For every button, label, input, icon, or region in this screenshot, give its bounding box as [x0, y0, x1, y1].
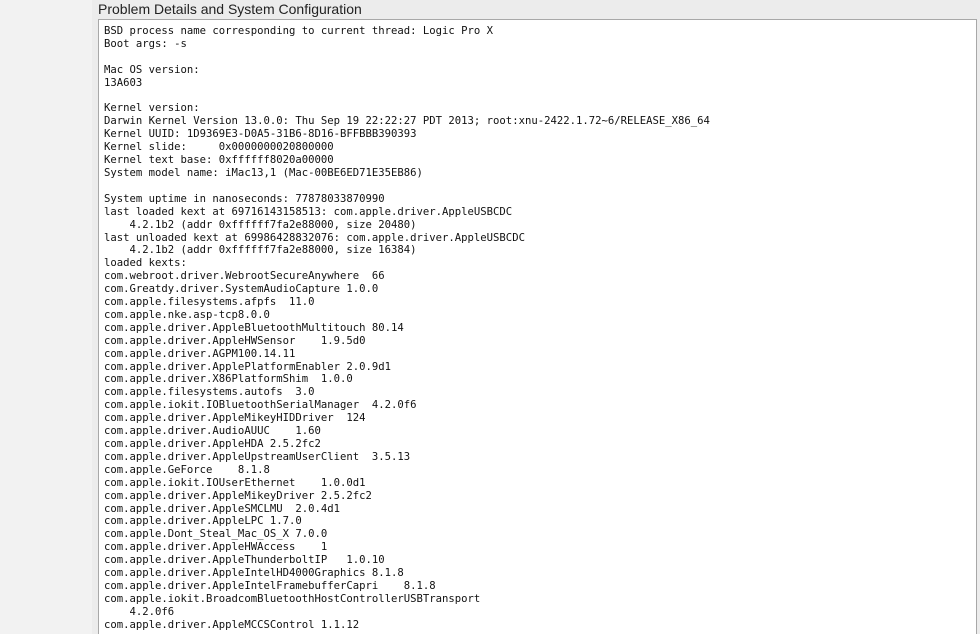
report-line: com.Greatdy.driver.SystemAudioCapture 1.…	[104, 283, 379, 296]
report-line: com.apple.iokit.IOUserEthernet 1.0.0d1	[104, 476, 366, 489]
report-line: com.apple.iokit.BroadcomBluetoothHostCon…	[104, 592, 481, 605]
report-line: Kernel text base: 0xffffff8020a00000	[104, 154, 334, 167]
report-line: com.apple.driver.AppleMCCSControl 1.1.12	[104, 618, 360, 631]
report-line: Kernel UUID: 1D9369E3-D0A5-31B6-8D16-BFF…	[104, 128, 417, 141]
report-line: com.apple.driver.AppleIntelHD4000Graphic…	[104, 567, 404, 580]
report-line: Kernel slide: 0x0000000020800000	[104, 141, 334, 154]
report-line: com.apple.driver.ApplePlatformEnabler 2.…	[104, 360, 392, 373]
problem-details-text-area[interactable]: BSD process name corresponding to curren…	[98, 19, 977, 634]
report-line: loaded kexts:	[104, 257, 187, 270]
report-line: com.apple.filesystems.autofs 3.0	[104, 386, 315, 399]
report-line: com.apple.iokit.IOBluetoothSerialManager…	[104, 399, 417, 412]
report-line: System model name: iMac13,1 (Mac-00BE6ED…	[104, 166, 423, 179]
report-line: com.apple.driver.AppleLPC 1.7.0	[104, 515, 302, 528]
report-line: Kernel version:	[104, 102, 200, 115]
report-line: Mac OS version:	[104, 63, 200, 76]
report-line: com.apple.driver.AppleBluetoothMultitouc…	[104, 321, 404, 334]
report-line: last unloaded kext at 69986428832076: co…	[104, 231, 525, 244]
report-line: 4.2.0f6	[104, 605, 175, 618]
report-line: com.apple.driver.AppleHDA 2.5.2fc2	[104, 438, 321, 450]
report-line: com.apple.driver.AppleMikeyDriver 2.5.2f…	[104, 489, 372, 502]
report-line: com.apple.driver.AppleHWSensor 1.9.5d0	[104, 334, 366, 347]
report-line: Boot args: -s	[104, 37, 187, 50]
report-line: com.apple.nke.asp-tcp8.0.0	[104, 308, 270, 321]
problem-details-text: BSD process name corresponding to curren…	[99, 20, 976, 632]
report-line: com.apple.driver.AppleThunderboltIP 1.0.…	[104, 554, 385, 567]
report-line: System uptime in nanoseconds: 7787803387…	[104, 192, 385, 205]
section-title: Problem Details and System Configuration	[98, 1, 362, 17]
report-line: Darwin Kernel Version 13.0.0: Thu Sep 19…	[104, 115, 710, 128]
report-line: com.apple.driver.AppleMikeyHIDDriver 124	[104, 412, 366, 425]
report-line: last loaded kext at 69716143158513: com.…	[104, 205, 513, 218]
report-line: com.apple.Dont_Steal_Mac_OS_X 7.0.0	[104, 528, 328, 541]
report-line: com.apple.driver.AppleUpstreamUserClient…	[104, 450, 411, 463]
report-line: 4.2.1b2 (addr 0xffffff7fa2e88000, size 1…	[104, 244, 417, 257]
report-line: 4.2.1b2 (addr 0xffffff7fa2e88000, size 2…	[104, 218, 417, 231]
report-line: 13A603	[104, 76, 143, 89]
problem-report-window: Problem Details and System Configuration…	[0, 0, 980, 634]
report-line: com.apple.driver.AppleHWAccess 1	[104, 541, 328, 554]
report-line: com.apple.GeForce 8.1.8	[104, 463, 270, 476]
report-line: com.webroot.driver.WebrootSecureAnywhere…	[104, 270, 385, 283]
report-line: com.apple.driver.AppleIntelFramebufferCa…	[104, 579, 436, 592]
report-line: com.apple.filesystems.afpfs 11.0	[104, 296, 315, 309]
report-line: com.apple.driver.AudioAUUC 1.60	[104, 425, 321, 438]
window-left-pane	[0, 0, 92, 634]
report-line: com.apple.driver.AppleSMCLMU 2.0.4d1	[104, 502, 340, 515]
report-line: com.apple.driver.X86PlatformShim 1.0.0	[104, 373, 353, 386]
report-line: BSD process name corresponding to curren…	[104, 25, 494, 37]
report-line: com.apple.driver.AGPM100.14.11	[104, 347, 296, 360]
